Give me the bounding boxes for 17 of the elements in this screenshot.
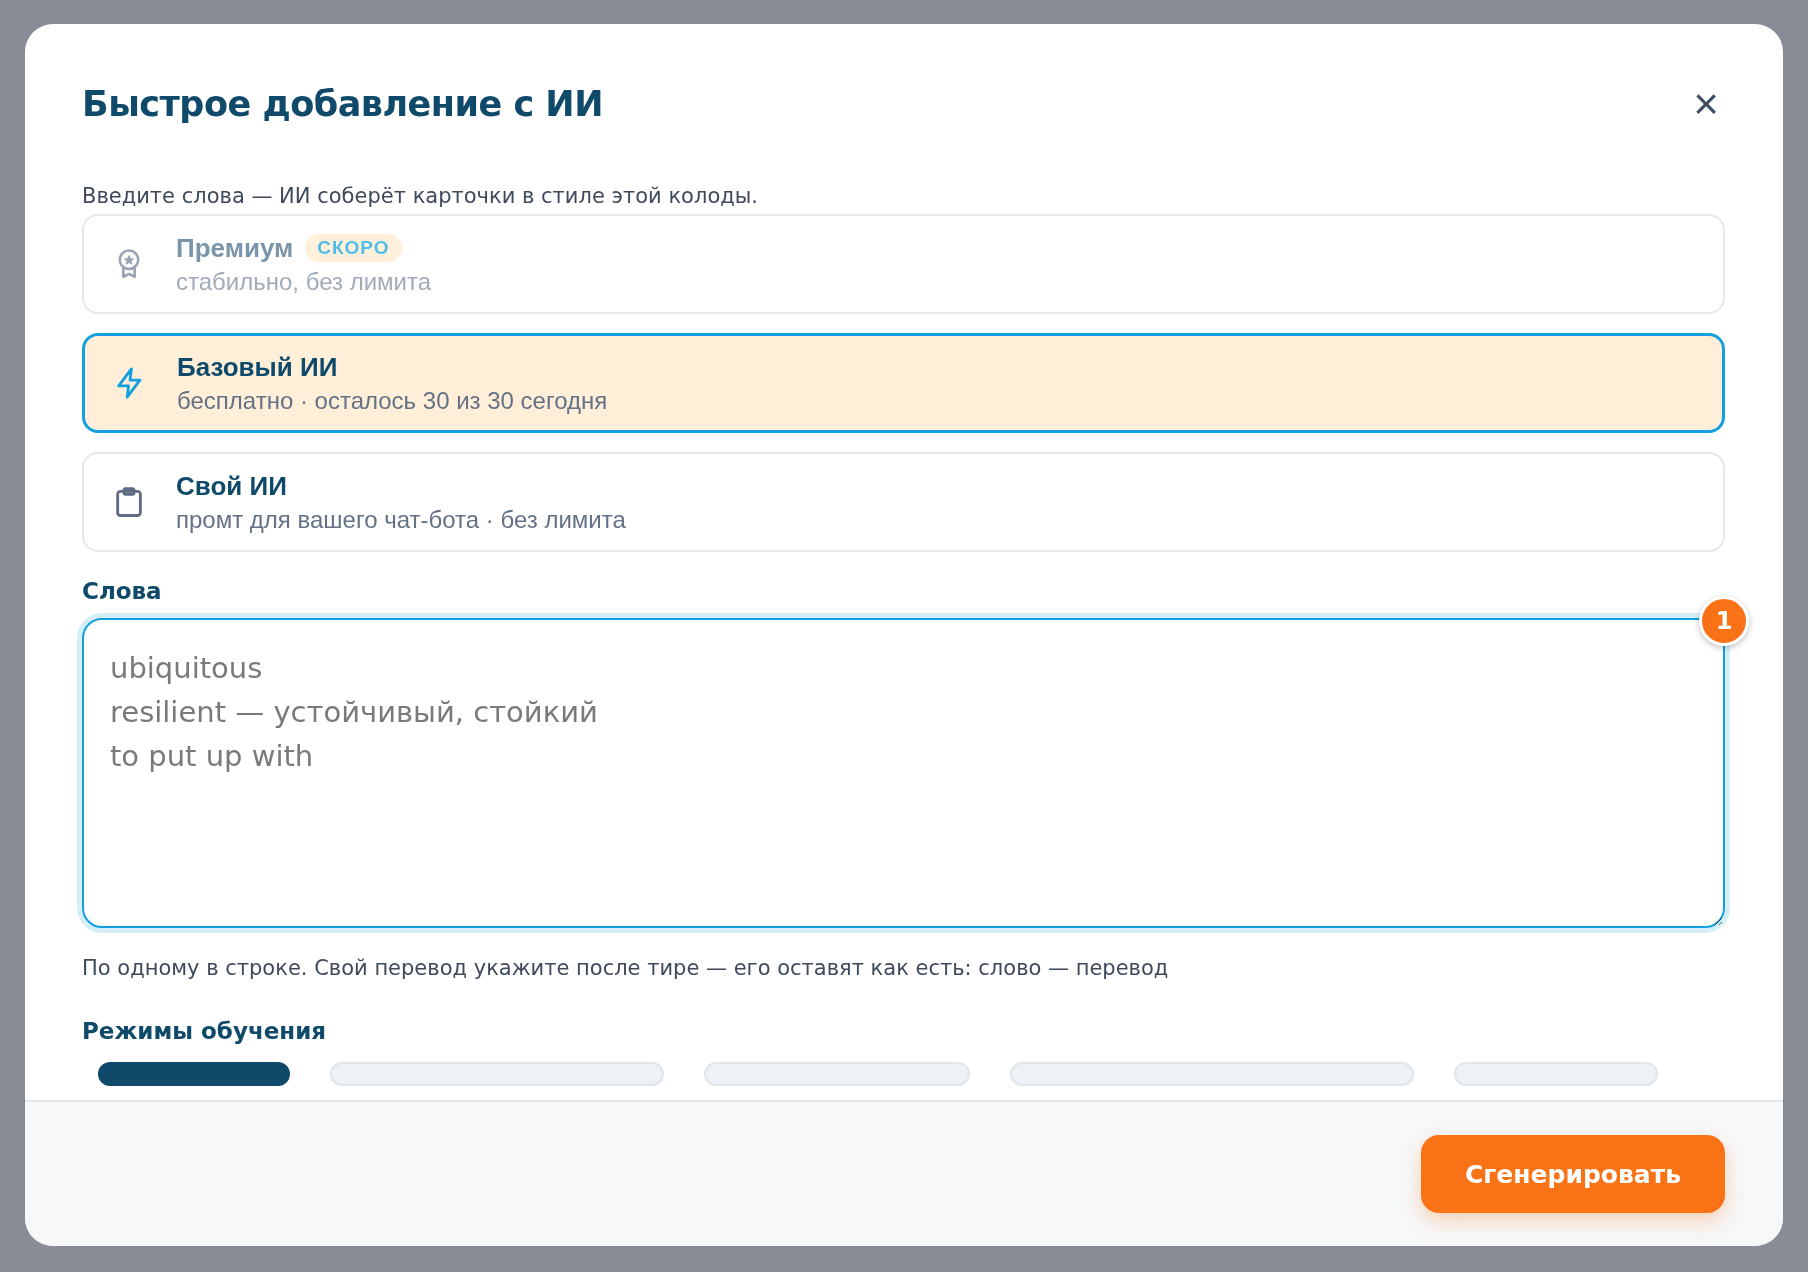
option-subtitle: промт для вашего чат-бота · без лимита: [176, 505, 626, 534]
hint-text: По одному в строке. Свой перевод укажите после тире — его оставят как есть: слово — перевод: [82, 956, 1170, 980]
dialog-title: Быстрое добавление с ИИ: [82, 84, 603, 124]
mode-chip[interactable]: [98, 1062, 290, 1086]
option-subtitle: бесплатно · осталось 30 из 30 сегодня: [177, 386, 608, 415]
option-card[interactable]: Свой ИИ промт для вашего чат-бота · без лимита: [82, 452, 1725, 552]
intro-text: Введите слова — ИИ соберёт карточки в стиле этой колоды.: [82, 184, 759, 208]
count-badge: 1: [1699, 596, 1749, 646]
close-button[interactable]: ×: [1687, 82, 1725, 126]
option-card[interactable]: Базовый ИИ бесплатно · осталось 30 из 30 сегодня: [82, 333, 1725, 433]
soon-badge: СКОРО: [305, 234, 402, 262]
modes-label: Режимы обучения: [82, 1018, 328, 1044]
option-title: Базовый ИИ: [177, 351, 338, 383]
option-subtitle: стабильно, без лимита: [176, 267, 432, 296]
option-title: Премиум: [176, 232, 294, 264]
option-title: Свой ИИ: [176, 470, 287, 502]
words-label: Слова: [82, 578, 163, 604]
